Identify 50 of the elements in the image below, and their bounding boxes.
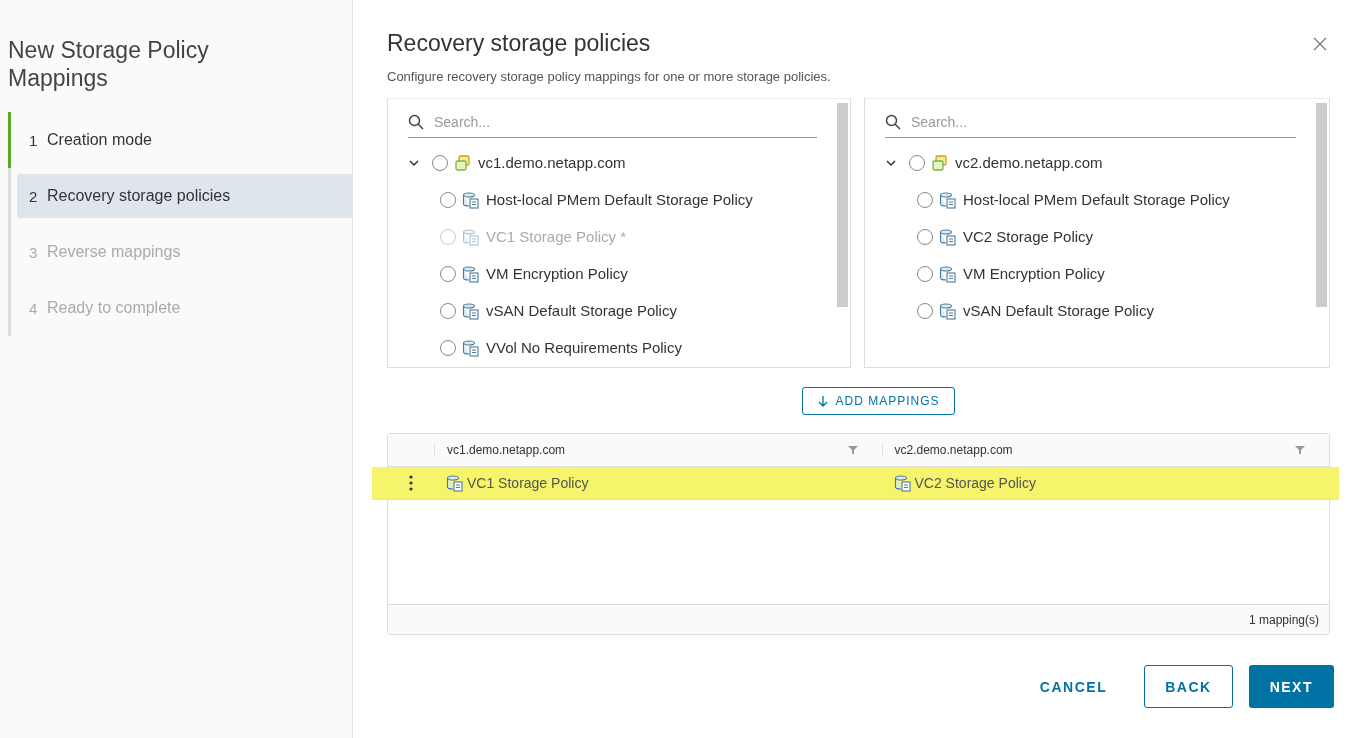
scrollbar[interactable] [1316, 103, 1327, 307]
column-header: vc2.demo.netapp.com [894, 443, 1013, 457]
policy-icon [462, 190, 480, 209]
arrow-down-icon [817, 395, 830, 407]
policy-icon [462, 301, 480, 320]
next-button[interactable]: NEXT [1248, 665, 1334, 708]
add-mappings-button[interactable]: ADD MAPPINGS [802, 387, 955, 415]
scrollbar[interactable] [837, 103, 848, 307]
table-cell: VC2 Storage Policy [914, 475, 1036, 491]
close-icon[interactable] [1312, 35, 1328, 52]
search-icon [408, 114, 424, 130]
table-row[interactable]: VC1 Storage Policy VC2 Storage Policy [372, 467, 1339, 500]
policy-icon [893, 474, 912, 492]
filter-icon[interactable] [1295, 445, 1305, 455]
tree-label[interactable]: VM Encryption Policy [963, 265, 1105, 282]
tree-label[interactable]: vSAN Default Storage Policy [486, 302, 677, 319]
policy-icon [446, 474, 464, 492]
wizard-step[interactable]: 1 Creation mode [8, 112, 352, 168]
policy-icon [939, 227, 957, 246]
search-icon [885, 114, 901, 130]
dialog-subtitle: Configure recovery storage policy mappings for one or more storage policies. [387, 69, 832, 84]
tree-label[interactable]: VVol No Requirements Policy [486, 339, 682, 356]
cancel-button[interactable]: CANCEL [1018, 665, 1129, 708]
policy-icon [939, 264, 957, 283]
table-cell: VC1 Storage Policy [467, 475, 589, 491]
policy-icon [462, 264, 480, 283]
row-count: 1 mapping(s) [1248, 612, 1319, 627]
radio-button[interactable] [917, 228, 933, 245]
dialog-title: Recovery storage policies [387, 30, 651, 57]
search-field[interactable]: Search... [432, 113, 817, 131]
tree-label[interactable]: vSAN Default Storage Policy [963, 302, 1154, 319]
kebab-icon[interactable] [409, 475, 413, 491]
tree-label[interactable]: VC2 Storage Policy [963, 228, 1094, 245]
tree-label[interactable]: vc2.demo.netapp.com [955, 154, 1103, 171]
back-button[interactable]: BACK [1144, 665, 1233, 708]
search-field[interactable]: Search... [909, 113, 1296, 131]
policy-icon [462, 227, 480, 246]
tree-label[interactable]: Host-local PMem Default Storage Policy [963, 191, 1230, 208]
wizard-step[interactable]: 2 Recovery storage policies [17, 174, 352, 218]
policy-icon [462, 338, 480, 357]
server-icon [454, 153, 472, 172]
column-header: vc1.demo.netapp.com [447, 443, 566, 457]
server-icon [931, 153, 949, 172]
policy-icon [939, 301, 957, 320]
tree-label[interactable]: VM Encryption Policy [486, 265, 628, 282]
filter-icon[interactable] [847, 445, 858, 455]
tree-label[interactable]: Host-local PMem Default Storage Policy [486, 191, 753, 208]
wizard-title: New Storage Policy Mappings [8, 36, 210, 92]
tree-label[interactable]: vc1.demo.netapp.com [478, 154, 626, 171]
policy-icon [939, 190, 957, 209]
